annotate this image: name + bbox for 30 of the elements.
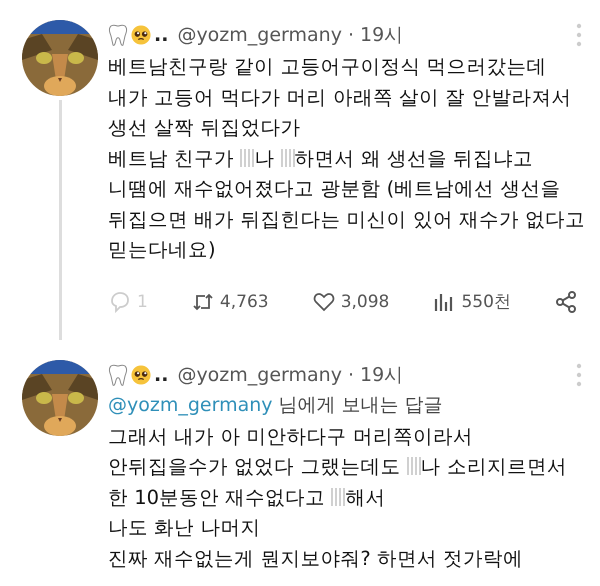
- post-time: 19시: [360, 362, 404, 388]
- tweet-text-line: 그래서 내가 아 미안하다구 머리쪽이라서: [108, 424, 474, 450]
- retweet-count: 4,763: [220, 292, 269, 312]
- separator: ·: [348, 364, 354, 386]
- tweet-text-line: 베트남친구랑 같이 고등어구이정식 먹으러갔는데: [108, 54, 548, 80]
- view-count: 550천: [461, 291, 511, 313]
- tooth-icon: [108, 24, 128, 46]
- name-dots: ..: [154, 364, 168, 386]
- reply-label: 님에게 보내는 답글: [278, 394, 443, 416]
- tweet-text-line: 베트남 친구가 나 하면서 왜 생선을 뒤집냐고: [108, 146, 534, 172]
- tweet-text-line: 진짜 재수없는게 뭔지보야줘? 하면서 젓가락에: [108, 546, 524, 572]
- tweet-text-line: 한 10분동안 재수없다고 해서: [108, 484, 386, 510]
- separator: ·: [348, 24, 354, 46]
- tweet-text-line: 믿는다네요): [108, 237, 217, 263]
- name-dots: ..: [154, 24, 168, 46]
- tweet-text-line: 안뒤집을수가 없었다 그랬는데도 나 소리지르면서: [108, 454, 568, 480]
- tweet-text-line: 뒤집으면 배가 뒤집힌다는 미신이 있어 재수가 없다고: [108, 206, 586, 232]
- tweet-text-line: 나도 화난 나머지: [108, 515, 262, 541]
- tweet-text-line: 니땜에 재수없어졌다고 광분함 (베트남에선 생선을: [108, 176, 562, 202]
- face-icon: [131, 364, 151, 386]
- like-count: 3,098: [340, 292, 390, 312]
- share-icon[interactable]: [554, 290, 578, 314]
- face-icon: [131, 24, 151, 46]
- user-handle[interactable]: @yozm_germany: [177, 364, 342, 386]
- tooth-icon: [108, 364, 128, 386]
- mention-link[interactable]: @yozm_germany: [108, 394, 273, 416]
- tweet-text-line: 내가 고등어 먹다가 머리 아래쪽 살이 잘 안발라져서: [108, 84, 572, 110]
- tweet-text-line: 생선 살짝 뒤집었다가: [108, 115, 302, 141]
- post-time: 19시: [360, 23, 404, 48]
- user-handle[interactable]: @yozm_germany: [177, 24, 342, 46]
